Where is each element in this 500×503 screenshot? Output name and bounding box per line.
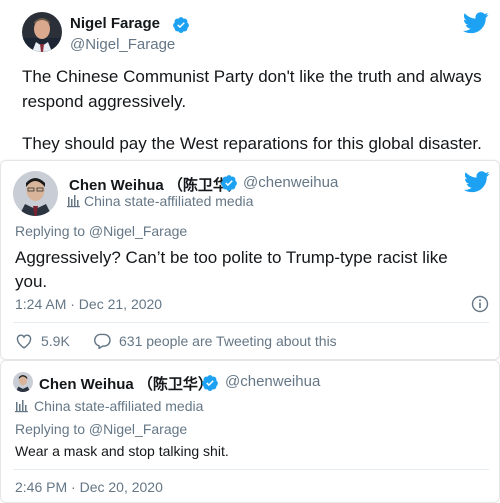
tweeting-about-label: 631 people are Tweeting about this [119,333,337,349]
tweet-card-farage: Nigel Farage @Nigel_Farage The Chinese C… [0,0,500,160]
like-button[interactable]: 5.9K [15,333,70,349]
verified-badge-icon [202,375,218,391]
verified-badge-icon [221,175,237,191]
heart-icon [16,334,32,349]
tweet-text-line-2: you. [15,272,48,291]
author-name[interactable]: Chen Weihua （陈卫华） [69,174,243,195]
author-handle[interactable]: @Nigel_Farage [70,36,175,53]
avatar-chen[interactable] [13,171,58,216]
verified-badge-icon [173,17,189,33]
tweet-text-line-2: respond aggressively. [22,92,187,111]
like-count: 5.9K [41,333,70,349]
divider [13,322,489,323]
affiliation-label[interactable]: China state-affiliated media [84,193,253,209]
avatar-farage[interactable] [22,12,62,52]
avatar-chen[interactable] [13,372,33,392]
author-handle[interactable]: @chenweihua [243,174,338,191]
divider [13,469,489,470]
tweet-timestamp[interactable]: 2:46 PM · Dec 20, 2020 [15,479,163,495]
replying-to[interactable]: Replying to @Nigel_Farage [15,421,187,437]
tweet-card-chen-reply-2: Chen Weihua （陈卫华） @chenweihua China stat… [0,360,500,503]
tweet-text: Wear a mask and stop talking shit. [15,443,229,459]
author-name[interactable]: Chen Weihua （陈卫华） [39,373,213,394]
replying-to[interactable]: Replying to @Nigel_Farage [15,223,187,239]
state-media-flag-icon [67,195,80,208]
tweet-text-line-3: They should pay the West reparations for… [22,134,482,153]
affiliation-label[interactable]: China state-affiliated media [34,398,203,414]
tweeting-about-link[interactable]: 631 people are Tweeting about this [93,333,337,349]
comment-icon [93,333,111,349]
tweet-text-line-1: Aggressively? Can’t be too polite to Tru… [15,248,448,267]
tweet-card-chen-reply-1: Chen Weihua （陈卫华） @chenweihua China stat… [0,160,500,360]
tweet-text-line-1: The Chinese Communist Party don't like t… [22,67,482,86]
tweet-timestamp[interactable]: 1:24 AM · Dec 21, 2020 [15,296,162,312]
twitter-bird-icon[interactable] [463,12,489,34]
twitter-bird-icon[interactable] [464,171,490,193]
author-name[interactable]: Nigel Farage [70,15,160,32]
info-icon[interactable] [471,295,489,313]
state-media-flag-icon [15,400,28,413]
author-handle[interactable]: @chenweihua [225,373,320,390]
